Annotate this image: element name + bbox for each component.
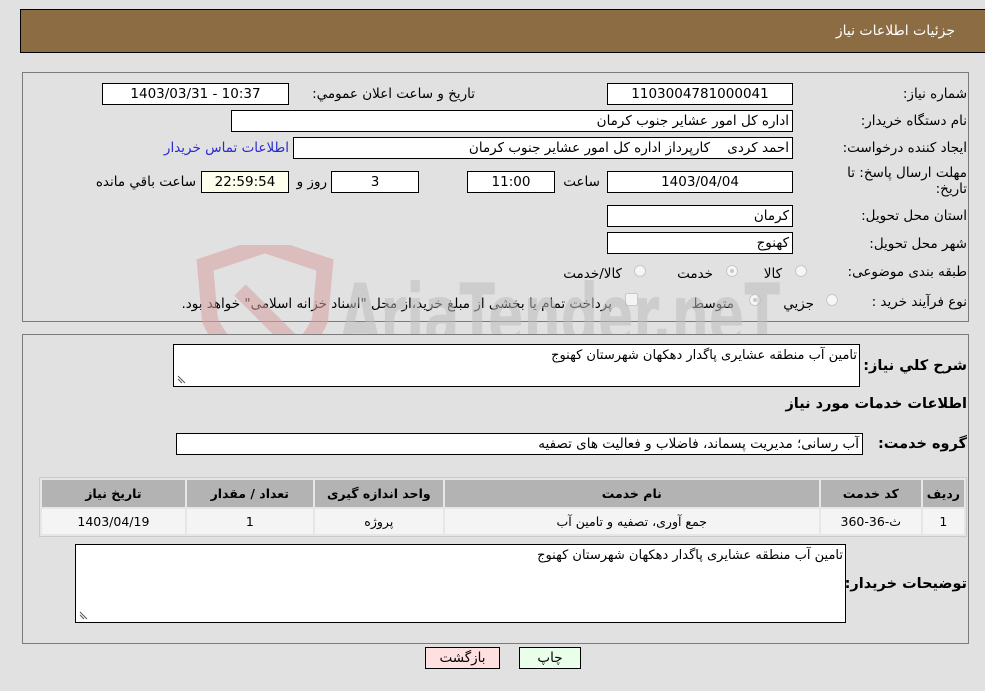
- deadline-time-label: ساعت: [563, 174, 600, 190]
- announce-datetime-field: 1403/03/31 - 10:37: [102, 83, 289, 105]
- deadline-label-line1: مهلت ارسال پاسخ: تا: [847, 165, 967, 181]
- purchase-radio-minor[interactable]: [826, 294, 838, 306]
- deadline-time-field: 11:00: [467, 171, 555, 193]
- need-number-field: 1103004781000041: [607, 83, 793, 105]
- buyer-contact-link[interactable]: اطلاعات تماس خریدار: [164, 140, 289, 156]
- remaining-days-field: 3: [331, 171, 419, 193]
- category-option-goods: کالا: [763, 266, 782, 282]
- province-field: کرمان: [607, 205, 793, 227]
- purchase-option-medium: متوسط: [691, 296, 734, 312]
- cell-row-number: 1: [922, 509, 964, 534]
- buyer-notes-textarea[interactable]: تامین آب منطقه عشایری پاگدار دهکهان شهرس…: [75, 544, 846, 623]
- services-heading: اطلاعات خدمات مورد نیاز: [785, 396, 967, 412]
- col-service-code: کد خدمت: [820, 480, 921, 507]
- print-button[interactable]: چاپ: [519, 647, 581, 669]
- summary-text: تامین آب منطقه عشایری پاگدار دهکهان شهرس…: [551, 348, 857, 363]
- need-number-label: شماره نیاز:: [902, 86, 967, 102]
- page-header: جزئیات اطلاعات نیاز: [20, 9, 985, 53]
- deadline-label: مهلت ارسال پاسخ: تا تاریخ:: [847, 165, 967, 197]
- remaining-time-label: ساعت باقي مانده: [95, 174, 196, 190]
- resize-grip-icon[interactable]: [177, 375, 186, 384]
- buyer-notes-label: توضیحات خریدار:: [844, 576, 967, 592]
- treasury-checkbox-label: پرداخت تمام یا بخشی از مبلغ خرید،از محل …: [181, 296, 612, 312]
- summary-textarea[interactable]: تامین آب منطقه عشایری پاگدار دهکهان شهرس…: [173, 344, 860, 387]
- requester-field: احمد کردی کارپرداز اداره کل امور عشایر ج…: [293, 137, 793, 159]
- city-field: کهنوج: [607, 232, 793, 254]
- resize-grip-icon[interactable]: [79, 611, 88, 620]
- buyer-notes-text: تامین آب منطقه عشایری پاگدار دهکهان شهرس…: [537, 548, 843, 563]
- col-service-name: نام خدمت: [444, 480, 819, 507]
- category-label: طبقه بندی موضوعی:: [847, 264, 967, 280]
- deadline-date-field: 1403/04/04: [607, 171, 793, 193]
- table-header-row: ردیف کد خدمت نام خدمت واحد اندازه گیری ت…: [42, 480, 964, 507]
- treasury-checkbox[interactable]: [625, 293, 638, 306]
- category-radio-goods-service[interactable]: [634, 265, 646, 277]
- col-quantity: تعداد / مقدار: [186, 480, 313, 507]
- remaining-time-field: 22:59:54: [201, 171, 289, 193]
- col-unit: واحد اندازه گیری: [314, 480, 443, 507]
- col-need-date: تاریخ نیاز: [42, 480, 185, 507]
- service-group-field: آب رسانی؛ مدیریت پسماند، فاضلاب و فعالیت…: [176, 433, 863, 455]
- buyer-org-field: اداره کل امور عشایر جنوب کرمان: [231, 110, 793, 132]
- col-row-number: ردیف: [922, 480, 964, 507]
- city-label: شهر محل تحویل:: [869, 236, 967, 252]
- cell-service-name: جمع آوری، تصفیه و تامین آب: [444, 509, 819, 534]
- summary-label: شرح کلي نیاز:: [863, 358, 967, 374]
- purchase-type-label: نوع فرآیند خرید :: [871, 294, 967, 310]
- province-label: استان محل تحویل:: [861, 208, 967, 224]
- days-label: روز و: [296, 174, 327, 190]
- cell-quantity: 1: [186, 509, 313, 534]
- category-radio-service[interactable]: [726, 265, 738, 277]
- services-table: ردیف کد خدمت نام خدمت واحد اندازه گیری ت…: [39, 477, 967, 537]
- table-row: 1 ث-36-360 جمع آوری، تصفیه و تامین آب پر…: [42, 509, 964, 534]
- service-group-label: گروه خدمت:: [877, 436, 967, 452]
- category-radio-goods[interactable]: [795, 265, 807, 277]
- cell-service-code: ث-36-360: [820, 509, 921, 534]
- requester-label: ایجاد کننده درخواست:: [842, 140, 967, 156]
- category-option-service: خدمت: [677, 266, 713, 282]
- back-button[interactable]: بازگشت: [425, 647, 500, 669]
- cell-need-date: 1403/04/19: [42, 509, 185, 534]
- announce-datetime-label: تاریخ و ساعت اعلان عمومي:: [312, 86, 475, 102]
- buyer-org-label: نام دستگاه خریدار:: [860, 113, 967, 129]
- page-title: جزئیات اطلاعات نیاز: [835, 23, 955, 39]
- cell-unit: پروژه: [314, 509, 443, 534]
- deadline-label-line2: تاریخ:: [935, 181, 967, 197]
- purchase-radio-medium[interactable]: [749, 294, 761, 306]
- category-option-goods-service: کالا/خدمت: [563, 266, 622, 282]
- purchase-option-minor: جزيي: [783, 296, 814, 312]
